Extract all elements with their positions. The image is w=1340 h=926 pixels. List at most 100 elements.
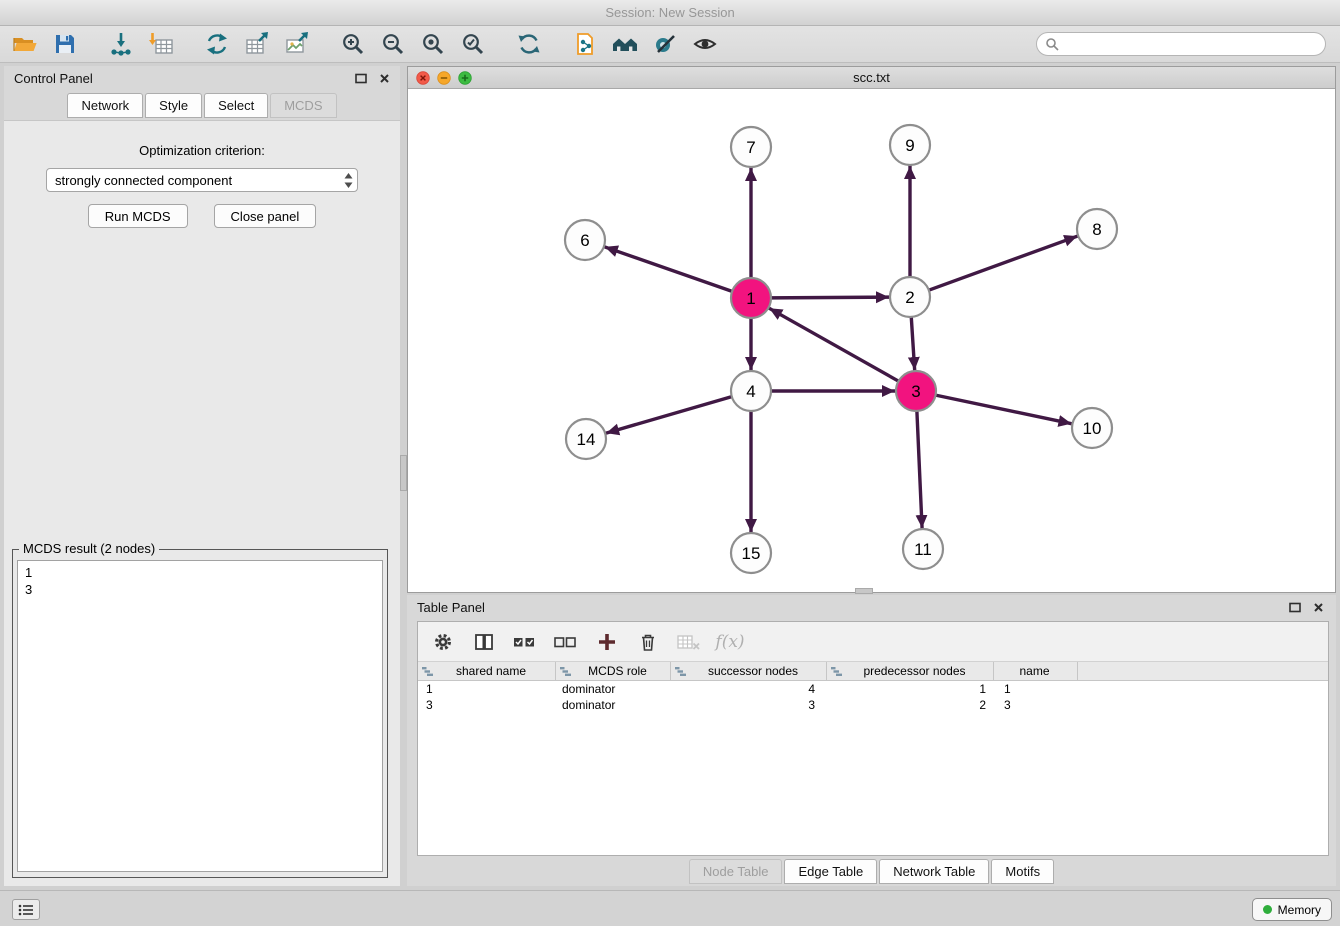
criterion-select[interactable]: strongly connected component: [46, 168, 358, 192]
search-field[interactable]: [1036, 32, 1326, 56]
refresh-icon[interactable]: [514, 29, 544, 59]
eye-icon[interactable]: [690, 29, 720, 59]
column-header-name[interactable]: name: [994, 662, 1078, 680]
float-table-panel-icon[interactable]: [1289, 602, 1301, 613]
column-header-predecessor-nodes[interactable]: predecessor nodes: [827, 662, 994, 680]
export-table-icon[interactable]: [242, 29, 272, 59]
tab-node-table[interactable]: Node Table: [689, 859, 783, 884]
deselect-all-columns-icon[interactable]: [553, 629, 579, 655]
column-type-icon: [831, 666, 842, 677]
cell-successor-nodes[interactable]: 4: [671, 681, 827, 697]
delete-table-icon: [676, 629, 702, 655]
export-network-icon[interactable]: [202, 29, 232, 59]
edge-1-2[interactable]: [771, 297, 889, 298]
zoom-fit-icon[interactable]: [418, 29, 448, 59]
svg-text:7: 7: [746, 138, 755, 157]
add-column-icon[interactable]: [594, 629, 620, 655]
open-session-icon[interactable]: [10, 29, 40, 59]
export-image-icon[interactable]: [282, 29, 312, 59]
main-toolbar: [0, 26, 1340, 63]
close-panel-button[interactable]: Close panel: [214, 204, 317, 228]
cell-shared-name[interactable]: 3: [418, 697, 556, 713]
node-4[interactable]: 4: [731, 371, 771, 411]
edge-3-1[interactable]: [769, 308, 898, 381]
cell-mcds-role[interactable]: dominator: [556, 681, 671, 697]
column-header-shared-name[interactable]: shared name: [418, 662, 556, 680]
run-mcds-button[interactable]: Run MCDS: [88, 204, 188, 228]
cell-predecessor-nodes[interactable]: 2: [827, 697, 994, 713]
zoom-in-icon[interactable]: [338, 29, 368, 59]
mcds-result-node: 1: [25, 564, 375, 581]
node-1[interactable]: 1: [731, 278, 771, 318]
node-10[interactable]: 10: [1072, 408, 1112, 448]
horizontal-splitter-handle[interactable]: [855, 588, 873, 594]
control-panel-header: Control Panel: [4, 66, 400, 90]
table-header-row: shared name MCDS role successor nodes: [418, 662, 1328, 681]
task-history-button[interactable]: [12, 899, 40, 920]
network-window-titlebar[interactable]: scc.txt: [408, 67, 1335, 89]
edge-3-11[interactable]: [917, 411, 922, 528]
mcds-result-box: MCDS result (2 nodes) 1 3: [12, 549, 388, 878]
tab-motifs[interactable]: Motifs: [991, 859, 1054, 884]
table-settings-gear-icon[interactable]: [430, 629, 456, 655]
cell-mcds-role[interactable]: dominator: [556, 697, 671, 713]
tab-edge-table[interactable]: Edge Table: [784, 859, 877, 884]
column-type-icon: [422, 666, 433, 677]
delete-column-icon[interactable]: [635, 629, 661, 655]
import-network-icon[interactable]: [106, 29, 136, 59]
search-input[interactable]: [1059, 37, 1317, 51]
node-14[interactable]: 14: [566, 419, 606, 459]
tab-style[interactable]: Style: [145, 93, 202, 118]
tab-mcds[interactable]: MCDS: [270, 93, 336, 118]
table-tabs: Node Table Edge Table Network Table Moti…: [407, 859, 1336, 883]
node-7[interactable]: 7: [731, 127, 771, 167]
svg-text:6: 6: [580, 231, 589, 250]
close-panel-icon[interactable]: [379, 73, 390, 84]
node-3[interactable]: 3: [896, 371, 936, 411]
node-6[interactable]: 6: [565, 220, 605, 260]
cell-predecessor-nodes[interactable]: 1: [827, 681, 994, 697]
node-2[interactable]: 2: [890, 277, 930, 317]
edge-1-6[interactable]: [605, 247, 732, 291]
table-row[interactable]: 3 dominator 3 2 3: [418, 697, 1328, 713]
svg-text:15: 15: [742, 544, 761, 563]
save-session-icon[interactable]: [50, 29, 80, 59]
mcds-tab-content: Optimization criterion: strongly connect…: [4, 120, 400, 886]
tab-network-table[interactable]: Network Table: [879, 859, 989, 884]
node-11[interactable]: 11: [903, 529, 943, 569]
cell-shared-name[interactable]: 1: [418, 681, 556, 697]
network-canvas[interactable]: 1 2 3 4 6 7 8 9 10 11 14 15: [408, 89, 1337, 594]
cell-name[interactable]: 1: [994, 681, 1078, 697]
column-header-mcds-role[interactable]: MCDS role: [556, 662, 671, 680]
node-8[interactable]: 8: [1077, 209, 1117, 249]
close-table-panel-icon[interactable]: [1313, 602, 1324, 613]
mcds-result-textarea[interactable]: 1 3: [17, 560, 383, 872]
edge-3-10[interactable]: [936, 395, 1072, 424]
vertical-splitter-handle[interactable]: [400, 455, 407, 491]
details-icon[interactable]: [650, 29, 680, 59]
show-column-icon[interactable]: [471, 629, 497, 655]
cell-successor-nodes[interactable]: 3: [671, 697, 827, 713]
cell-name[interactable]: 3: [994, 697, 1078, 713]
edge-4-14[interactable]: [606, 397, 732, 434]
zoom-selected-icon[interactable]: [458, 29, 488, 59]
node-15[interactable]: 15: [731, 533, 771, 573]
first-neighbors-icon[interactable]: [570, 29, 600, 59]
memory-status-icon: [1263, 905, 1272, 914]
zoom-out-icon[interactable]: [378, 29, 408, 59]
import-table-icon[interactable]: [146, 29, 176, 59]
table-panel: Table Panel: [407, 595, 1336, 886]
float-panel-icon[interactable]: [355, 73, 367, 84]
tab-select[interactable]: Select: [204, 93, 268, 118]
node-9[interactable]: 9: [890, 125, 930, 165]
edge-2-3[interactable]: [911, 317, 914, 370]
home-icon[interactable]: [610, 29, 640, 59]
column-header-successor-nodes[interactable]: successor nodes: [671, 662, 827, 680]
memory-button[interactable]: Memory: [1252, 898, 1332, 921]
svg-text:8: 8: [1092, 220, 1101, 239]
edge-2-8[interactable]: [929, 236, 1077, 290]
select-all-columns-icon[interactable]: [512, 629, 538, 655]
tab-network[interactable]: Network: [67, 93, 143, 118]
memory-label: Memory: [1278, 903, 1321, 917]
table-row[interactable]: 1 dominator 4 1 1: [418, 681, 1328, 697]
